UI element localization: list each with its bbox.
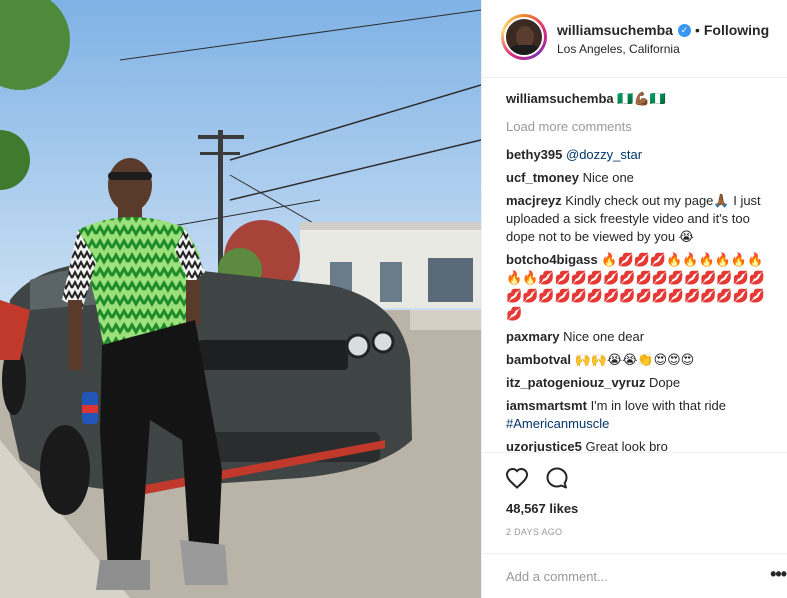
- comment-username[interactable]: botcho4bigass: [506, 252, 598, 267]
- likes-count[interactable]: 48,567 likes: [506, 501, 578, 516]
- load-more-comments-button[interactable]: Load more comments: [506, 118, 778, 136]
- avatar[interactable]: [504, 17, 544, 57]
- post-panel: williamsuchemba ✓ • Following Los Angele…: [481, 0, 787, 598]
- comments-list[interactable]: williamsuchemba 🇳🇬💪🏾🇳🇬 Load more comment…: [506, 90, 778, 452]
- post-actions: 48,567 likes 2 DAYS AGO •••: [482, 452, 787, 598]
- post-timestamp[interactable]: 2 DAYS AGO: [506, 527, 562, 537]
- separator-dot: •: [694, 22, 700, 38]
- comment-text: Great look bro: [585, 439, 668, 452]
- comment-mention-link[interactable]: @dozzy_star: [566, 147, 642, 162]
- post-header: williamsuchemba ✓ • Following Los Angele…: [482, 0, 787, 78]
- post-photo[interactable]: [0, 0, 481, 598]
- avatar-shirt: [508, 45, 542, 55]
- hashtag-link[interactable]: #Americanmuscle: [506, 416, 609, 431]
- comment-username[interactable]: uzorjustice5: [506, 439, 582, 452]
- caption-text: 🇳🇬💪🏾🇳🇬: [617, 91, 666, 106]
- comment-item: botcho4bigass 🔥💋💋💋🔥🔥🔥🔥🔥🔥🔥🔥💋💋💋💋💋💋💋💋💋💋💋💋💋💋…: [506, 251, 778, 323]
- location-link[interactable]: Los Angeles, California: [557, 42, 680, 56]
- like-heart-icon[interactable]: [504, 465, 530, 491]
- comment-text: I'm in love with that ride: [590, 398, 726, 413]
- comment-text: Nice one: [582, 170, 634, 185]
- comment-text: 🙌🙌😭😭👏😍😍😍: [574, 352, 695, 367]
- username-link[interactable]: williamsuchemba: [557, 22, 673, 38]
- username-row: williamsuchemba ✓ • Following: [557, 22, 769, 38]
- avatar-ring[interactable]: [501, 14, 547, 60]
- verified-badge-icon: ✓: [677, 23, 691, 37]
- comment-username[interactable]: ucf_tmoney: [506, 170, 579, 185]
- comment-username[interactable]: bambotval: [506, 352, 571, 367]
- add-comment-input[interactable]: [506, 566, 746, 586]
- add-comment-bar: •••: [482, 553, 787, 598]
- photo-scene: [0, 0, 481, 598]
- comment-item: uzorjustice5 Great look bro: [506, 438, 778, 452]
- caption: williamsuchemba 🇳🇬💪🏾🇳🇬: [506, 90, 778, 108]
- comment-text: Nice one dear: [563, 329, 645, 344]
- comment-item: paxmary Nice one dear: [506, 328, 778, 346]
- comment-item: iamsmartsmt I'm in love with that ride #…: [506, 397, 778, 433]
- comment-item: macjreyz Kindly check out my page🙏🏾 I ju…: [506, 192, 778, 246]
- following-button[interactable]: Following: [704, 22, 769, 38]
- comment-item: ucf_tmoney Nice one: [506, 169, 778, 187]
- comment-text: Dope: [649, 375, 681, 390]
- comment-username[interactable]: itz_patogeniouz_vyruz: [506, 375, 645, 390]
- caption-username[interactable]: williamsuchemba: [506, 91, 614, 106]
- comment-bubble-icon[interactable]: [544, 465, 570, 491]
- comment-item: itz_patogeniouz_vyruz Dope: [506, 374, 778, 392]
- action-icons: [504, 465, 570, 491]
- comment-username[interactable]: paxmary: [506, 329, 559, 344]
- comment-username[interactable]: bethy395: [506, 147, 562, 162]
- comment-item: bambotval 🙌🙌😭😭👏😍😍😍: [506, 351, 778, 369]
- comment-username[interactable]: macjreyz: [506, 193, 562, 208]
- more-options-icon[interactable]: •••: [770, 564, 787, 585]
- comment-item: bethy395 @dozzy_star: [506, 146, 778, 164]
- comment-username[interactable]: iamsmartsmt: [506, 398, 587, 413]
